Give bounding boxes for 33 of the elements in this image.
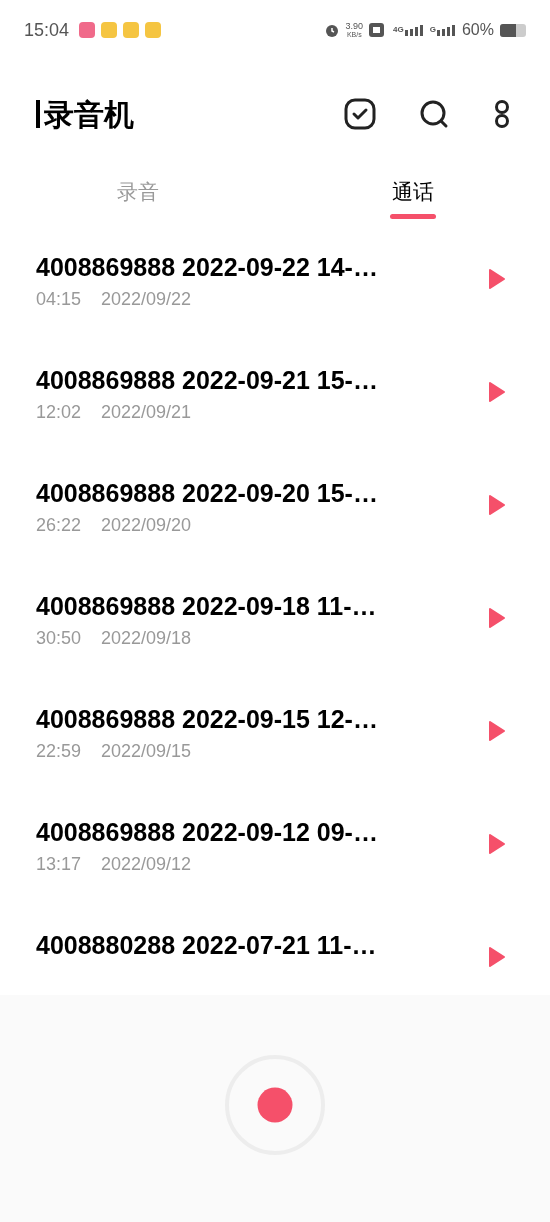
recording-date: 2022/09/18 [101, 627, 192, 650]
tab[interactable]: 通话 [389, 168, 436, 246]
recording-date: 2022/09/22 [101, 288, 192, 311]
recording-item[interactable]: 4008880288 2022-07-21 11-… [0, 924, 550, 995]
recording-title: 4008869888 2022-09-18 11-… [36, 591, 378, 622]
recording-duration: 13:17 [36, 853, 82, 876]
recording-title: 4008869888 2022-09-15 12-… [36, 704, 379, 735]
battery-percentage: 60% [461, 20, 494, 40]
recording-item[interactable]: 4008869888 2022-09-21 15-… 12:02 2022/09/21 [0, 359, 550, 472]
recording-duration: 26:22 [36, 514, 82, 537]
recording-item[interactable]: 4008869888 2022-09-22 14-… 04:15 2022/09/22 [0, 246, 550, 359]
recording-duration: 04:15 [36, 288, 82, 311]
recording-title: 4008869888 2022-09-21 15-… [36, 365, 379, 396]
network-label: G [429, 24, 436, 36]
recording-item[interactable]: 4008869888 2022-09-12 09-… 13:17 2022/09/12 [0, 811, 550, 924]
recording-date: 2022/09/12 [101, 853, 192, 876]
app-title: 录音机 [44, 96, 134, 133]
status-time: 15:04 [24, 18, 70, 42]
recording-item[interactable]: 4008869888 2022-09-18 11-… 30:50 2022/09/18 [0, 585, 550, 698]
recording-item[interactable]: 4008869888 2022-09-20 15-… 26:22 2022/09/20 [0, 472, 550, 585]
recording-date: 2022/09/15 [101, 740, 192, 763]
recording-item[interactable]: 4008869888 2022-09-15 12-… 22:59 2022/09/15 [0, 698, 550, 811]
recording-duration: 22:59 [36, 740, 82, 763]
recording-duration: 12:02 [36, 401, 82, 424]
recording-title: 4008880288 2022-07-21 11-… [36, 930, 378, 961]
recording-date: 2022/09/20 [101, 514, 192, 537]
network-label: 4G [393, 24, 404, 36]
recording-date: 2022/09/21 [101, 401, 192, 424]
network-speed: 3.90 [345, 22, 364, 31]
recording-title: 4008869888 2022-09-20 15-… [36, 478, 379, 509]
recording-title: 4008869888 2022-09-12 09-… [36, 817, 379, 848]
recording-title: 4008869888 2022-09-22 14-… [36, 252, 379, 283]
recording-duration: 30:50 [36, 627, 82, 650]
